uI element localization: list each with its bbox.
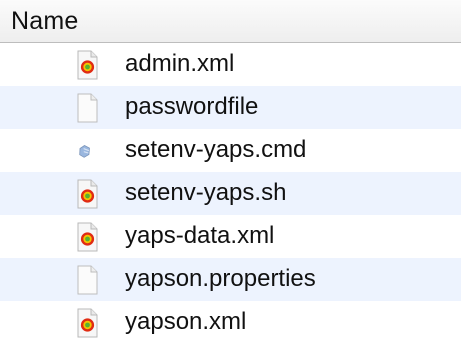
file-row-passwordfile[interactable]: passwordfile <box>0 86 461 129</box>
xml-file-icon <box>72 222 102 252</box>
blank-document-icon <box>72 93 102 123</box>
empty-row <box>0 345 461 360</box>
file-row-yapson-properties[interactable]: yapson.properties <box>0 258 461 301</box>
file-name: passwordfile <box>125 93 259 120</box>
blank-document-icon <box>72 265 102 295</box>
file-row-yaps-data-xml[interactable]: yaps-data.xml <box>0 215 461 258</box>
file-row-admin-xml[interactable]: admin.xml <box>0 43 461 86</box>
cmd-script-icon <box>72 136 102 166</box>
xml-file-icon <box>72 308 102 338</box>
file-name: yaps-data.xml <box>125 222 275 249</box>
file-name: setenv-yaps.sh <box>125 179 287 206</box>
xml-file-icon <box>72 179 102 209</box>
xml-file-icon <box>72 50 102 80</box>
file-name: yapson.xml <box>125 308 247 335</box>
file-row-setenv-yaps-sh[interactable]: setenv-yaps.sh <box>0 172 461 215</box>
file-row-setenv-yaps-cmd[interactable]: setenv-yaps.cmd <box>0 129 461 172</box>
file-name: admin.xml <box>125 50 235 77</box>
file-list: Name admin.xml passwordfile setenv-yaps.… <box>0 0 461 360</box>
column-header-label: Name <box>11 7 79 35</box>
file-name: yapson.properties <box>125 265 316 292</box>
file-name: setenv-yaps.cmd <box>125 136 307 163</box>
column-header-name[interactable]: Name <box>0 0 461 43</box>
file-row-yapson-xml[interactable]: yapson.xml <box>0 301 461 344</box>
